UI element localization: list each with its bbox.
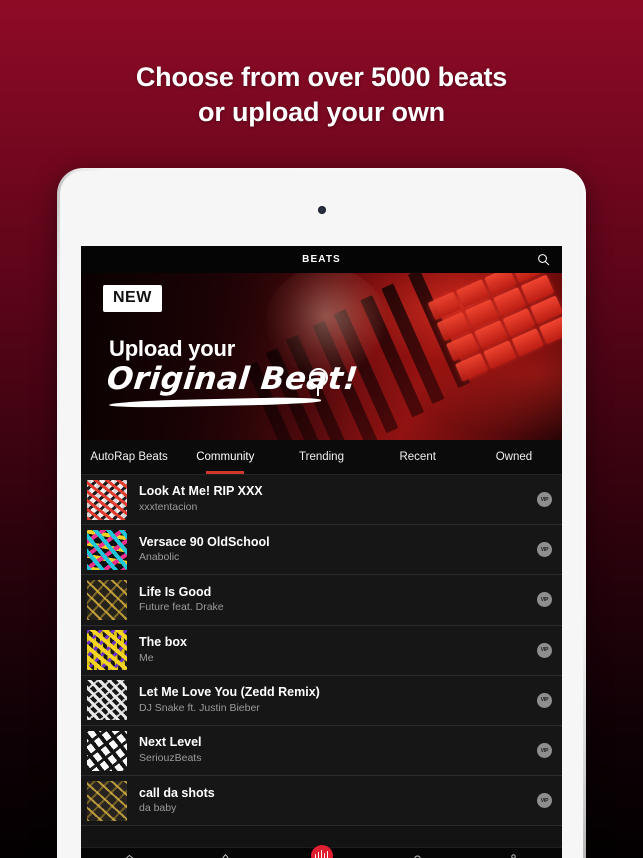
nav-item-feed[interactable]: Feed <box>81 851 177 858</box>
vip-badge[interactable]: VIP <box>537 492 552 508</box>
track-artist: DJ Snake ft. Justin Bieber <box>139 701 260 714</box>
track-title: call da shots <box>139 785 215 800</box>
track-row[interactable]: Versace 90 OldSchool Anabolic VIP <box>81 525 562 576</box>
track-row[interactable]: The box Me VIP <box>81 625 562 676</box>
track-title: The box <box>139 635 187 650</box>
vip-badge[interactable]: VIP <box>537 542 552 558</box>
person-icon <box>507 851 520 858</box>
track-meta: Next Level SeriouzBeats <box>127 735 537 765</box>
album-art <box>87 630 127 671</box>
track-artist: xxxtentacion <box>139 501 198 514</box>
nav-item-profile[interactable]: Profile <box>466 851 562 858</box>
album-art <box>87 780 127 821</box>
track-row[interactable]: Life Is Good Future feat. Drake VIP <box>81 575 562 626</box>
album-art <box>87 479 127 520</box>
tab-label: Community <box>196 451 255 463</box>
tab-community[interactable]: Community <box>177 440 273 474</box>
track-meta: call da shots da baby <box>127 786 537 816</box>
track-title: Versace 90 OldSchool <box>139 534 270 549</box>
promo-headline: Choose from over 5000 beats or upload yo… <box>0 60 643 129</box>
vip-badge[interactable]: VIP <box>537 793 552 809</box>
track-title: Let Me Love You (Zedd Remix) <box>139 685 320 700</box>
track-row[interactable]: Next Level SeriouzBeats VIP <box>81 725 562 777</box>
track-artist: SeriouzBeats <box>139 752 202 765</box>
category-tabs: AutoRap Beats Community Trending Recent … <box>81 440 562 475</box>
track-artist: Future feat. Drake <box>139 601 224 614</box>
album-art <box>87 680 127 721</box>
vip-badge[interactable]: VIP <box>537 642 552 658</box>
bottom-navigation: Feed Hot Beats <box>81 845 562 858</box>
tab-label: Owned <box>495 451 533 463</box>
vip-badge[interactable]: VIP <box>537 743 552 759</box>
headline-line-2: or upload your own <box>198 96 445 127</box>
album-art <box>87 730 127 771</box>
tablet-device-frame: BEATS NEW Upload your Original Beat! Aut… <box>57 168 586 858</box>
page-title: BEATS <box>302 254 341 265</box>
new-badge: NEW <box>103 285 162 312</box>
tab-label: Recent <box>399 451 436 463</box>
waveform-icon <box>310 845 333 858</box>
nav-item-activity[interactable]: Activity <box>370 851 466 858</box>
tab-label: AutoRap Beats <box>90 451 168 463</box>
vip-badge[interactable]: VIP <box>537 692 552 708</box>
track-artist: da baby <box>139 802 177 815</box>
track-row[interactable]: Look At Me! RIP XXX xxxtentacion VIP <box>81 475 562 526</box>
tab-trending[interactable]: Trending <box>273 440 369 474</box>
track-row[interactable]: Let Me Love You (Zedd Remix) DJ Snake ft… <box>81 675 562 726</box>
track-row[interactable]: call da shots da baby VIP <box>81 776 562 827</box>
track-artist: Me <box>139 651 154 664</box>
track-meta: Versace 90 OldSchool Anabolic <box>127 535 537 565</box>
hero-banner[interactable]: NEW Upload your Original Beat! <box>81 273 562 440</box>
hero-headline-line1: Upload your <box>109 336 236 361</box>
album-art <box>87 579 127 620</box>
front-camera-icon <box>317 206 326 214</box>
track-artist: Anabolic <box>139 551 180 564</box>
track-meta: Look At Me! RIP XXX xxxtentacion <box>127 484 537 514</box>
tab-label: Trending <box>299 451 344 463</box>
headline-line-1: Choose from over 5000 beats <box>135 62 508 92</box>
nav-item-hot[interactable]: Hot <box>177 851 273 858</box>
track-title: Next Level <box>139 735 202 750</box>
track-title: Life Is Good <box>139 584 212 599</box>
flame-icon <box>219 851 232 858</box>
bell-icon <box>411 851 424 858</box>
track-meta: The box Me <box>127 635 537 665</box>
search-icon[interactable] <box>534 251 552 269</box>
app-header: BEATS <box>81 246 562 273</box>
tab-owned[interactable]: Owned <box>466 440 562 474</box>
beat-list[interactable]: Look At Me! RIP XXX xxxtentacion VIP Ver… <box>81 475 562 847</box>
tab-autorap-beats[interactable]: AutoRap Beats <box>81 440 177 474</box>
album-art <box>87 529 127 570</box>
home-icon <box>123 851 136 858</box>
tab-recent[interactable]: Recent <box>370 440 466 474</box>
track-title: Look At Me! RIP XXX <box>139 484 263 499</box>
track-meta: Let Me Love You (Zedd Remix) DJ Snake ft… <box>127 685 537 715</box>
track-meta: Life Is Good Future feat. Drake <box>127 585 537 615</box>
nav-item-beats[interactable]: Beats <box>273 845 369 858</box>
vip-badge[interactable]: VIP <box>537 592 552 608</box>
microphone-icon <box>309 368 328 396</box>
app-screen: BEATS NEW Upload your Original Beat! Aut… <box>81 246 562 858</box>
